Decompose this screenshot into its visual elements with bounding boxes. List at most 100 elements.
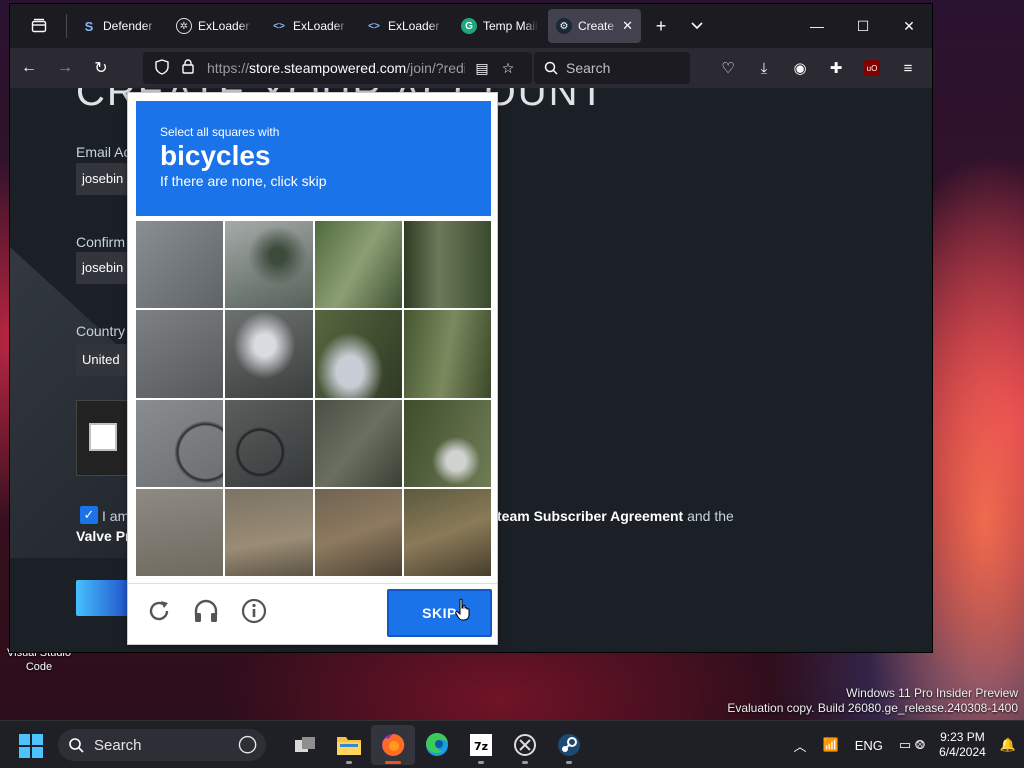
running-indicator — [478, 761, 484, 764]
task-view-button[interactable] — [283, 725, 327, 765]
search-highlight-icon: 🌕 — [237, 735, 258, 757]
agree-checkbox[interactable]: ✓ — [80, 506, 98, 524]
close-tab-icon[interactable]: ✕ — [622, 18, 633, 34]
reload-icon: ↻ — [94, 60, 108, 77]
watermark-line1: Windows 11 Pro Insider Preview — [846, 686, 1018, 700]
recaptcha-target: bicycles — [160, 140, 271, 171]
minimize-button[interactable]: — — [794, 4, 840, 48]
recaptcha-tile[interactable] — [225, 221, 313, 309]
defender-favicon-icon: S — [84, 18, 94, 34]
show-hidden-icons-button[interactable]: ︿ — [786, 736, 815, 755]
edge-button[interactable] — [415, 725, 459, 765]
url-suffix: /join/?redir — [406, 60, 465, 76]
notifications-button[interactable]: 🔔 — [992, 737, 1024, 753]
toolbar-right: ♡ ⤓ ◉ ✚ uO ≡ — [710, 52, 926, 84]
clock[interactable]: 9:23 PM 6/4/2024 — [933, 730, 992, 760]
tab-temp-mail[interactable]: G Temp Mail — [453, 9, 546, 43]
url-text[interactable]: https://store.steampowered.com/join/?red… — [207, 60, 465, 76]
recaptcha-tile[interactable] — [403, 488, 491, 576]
tab-title: ExLoader — [388, 19, 440, 33]
agree-suffix: and the — [687, 508, 734, 524]
back-button[interactable]: ← — [12, 52, 46, 84]
list-tabs-button[interactable] — [679, 9, 715, 43]
network-button[interactable]: 📶 — [815, 737, 847, 753]
bell-icon: 🔔 — [999, 737, 1016, 752]
subscriber-agreement-link[interactable]: team Subscriber Agreement — [497, 508, 683, 524]
skip-button[interactable]: SKIP — [387, 589, 492, 637]
recaptcha-tile[interactable] — [136, 399, 224, 487]
tab-create-steam[interactable]: ⚙ Create ✕ — [548, 9, 641, 43]
windows-start-button[interactable] — [18, 733, 44, 759]
steam-favicon-icon: ⚙ — [556, 18, 572, 34]
close-window-button[interactable]: ✕ — [886, 4, 932, 48]
quick-settings-button[interactable]: ▭ ⨷ — [891, 737, 933, 753]
new-tab-button[interactable]: + — [643, 9, 679, 43]
temp-mail-favicon-icon: G — [461, 18, 477, 34]
recaptcha-tile[interactable] — [314, 488, 402, 576]
recaptcha-tile[interactable] — [136, 221, 224, 309]
firefox-view-button[interactable] — [18, 8, 60, 44]
recaptcha-tile[interactable] — [314, 310, 402, 398]
extensions-button[interactable]: ✚ — [818, 52, 854, 84]
hamburger-menu-icon: ≡ — [903, 59, 913, 77]
email-label: Email Ac — [76, 144, 131, 160]
reload-challenge-button[interactable] — [143, 595, 175, 627]
forward-button[interactable]: → — [48, 52, 82, 84]
language-indicator[interactable]: ENG — [847, 738, 891, 753]
ublock-origin-icon[interactable]: uO — [864, 60, 880, 76]
url-bar[interactable]: https://store.steampowered.com/join/?red… — [143, 52, 532, 84]
file-explorer-button[interactable] — [327, 725, 371, 765]
recaptcha-tile[interactable] — [403, 399, 491, 487]
tab-exloader-2[interactable]: <> ExLoader — [263, 9, 356, 43]
tab-exloader-3[interactable]: <> ExLoader — [358, 9, 451, 43]
firefox-button[interactable] — [371, 725, 415, 765]
arrow-left-icon: ← — [21, 59, 37, 76]
audio-challenge-button[interactable] — [190, 595, 222, 627]
account-button[interactable]: ◉ — [782, 52, 818, 84]
recaptcha-tile[interactable] — [225, 399, 313, 487]
reload-button[interactable]: ↻ — [84, 52, 118, 84]
steam-button[interactable] — [547, 725, 591, 765]
menu-button[interactable]: ≡ — [890, 52, 926, 84]
exloader-button[interactable] — [503, 725, 547, 765]
svg-text:7z: 7z — [474, 740, 488, 753]
7zip-button[interactable]: 7z — [459, 725, 503, 765]
recaptcha-tile[interactable] — [403, 221, 491, 309]
running-indicator — [566, 761, 572, 764]
running-indicator — [522, 761, 528, 764]
lock-icon[interactable] — [175, 59, 201, 77]
exloader-icon — [514, 734, 536, 756]
tab-defender[interactable]: S Defender — [73, 9, 166, 43]
recaptcha-tile[interactable] — [225, 310, 313, 398]
hand-cursor-icon — [455, 598, 470, 621]
recaptcha-hint: If there are none, click skip — [160, 173, 327, 189]
tab-title: Defender — [103, 19, 153, 33]
privacy-policy-link[interactable]: Valve Pr — [76, 528, 131, 544]
recaptcha-tile[interactable] — [403, 310, 491, 398]
confirm-email-label: Confirm — [76, 234, 126, 250]
pocket-button[interactable]: ♡ — [710, 52, 746, 84]
puzzle-icon: ✚ — [829, 60, 843, 77]
recaptcha-footer-divider — [128, 583, 497, 584]
chevron-up-icon: ︿ — [793, 738, 807, 754]
recaptcha-tile[interactable] — [136, 488, 224, 576]
info-button[interactable] — [238, 595, 270, 627]
reader-view-icon[interactable]: ▤ — [469, 60, 495, 77]
recaptcha-tile[interactable] — [314, 221, 402, 309]
recaptcha-tile[interactable] — [225, 488, 313, 576]
shield-icon[interactable] — [149, 58, 175, 78]
tab-exloader-1[interactable]: ✲ ExLoader — [168, 9, 261, 43]
recaptcha-checkbox[interactable] — [89, 423, 117, 451]
recaptcha-tile[interactable] — [314, 399, 402, 487]
bookmark-star-icon[interactable]: ☆ — [495, 60, 521, 77]
downloads-button[interactable]: ⤓ — [746, 52, 782, 84]
exloader-favicon-icon: ✲ — [176, 18, 192, 34]
taskbar-search[interactable]: Search 🌕 — [58, 729, 266, 761]
recaptcha-tile[interactable] — [136, 310, 224, 398]
system-tray: ︿ 📶 ENG ▭ ⨷ 9:23 PM 6/4/2024 🔔 — [786, 721, 1024, 768]
display-icon: ▭ — [898, 737, 912, 752]
search-bar[interactable]: Search — [534, 52, 690, 84]
sound-icon: ⨷ — [914, 737, 926, 752]
recaptcha-challenge: Select all squares with bicycles If ther… — [127, 92, 498, 645]
maximize-button[interactable]: ☐ — [840, 4, 886, 48]
